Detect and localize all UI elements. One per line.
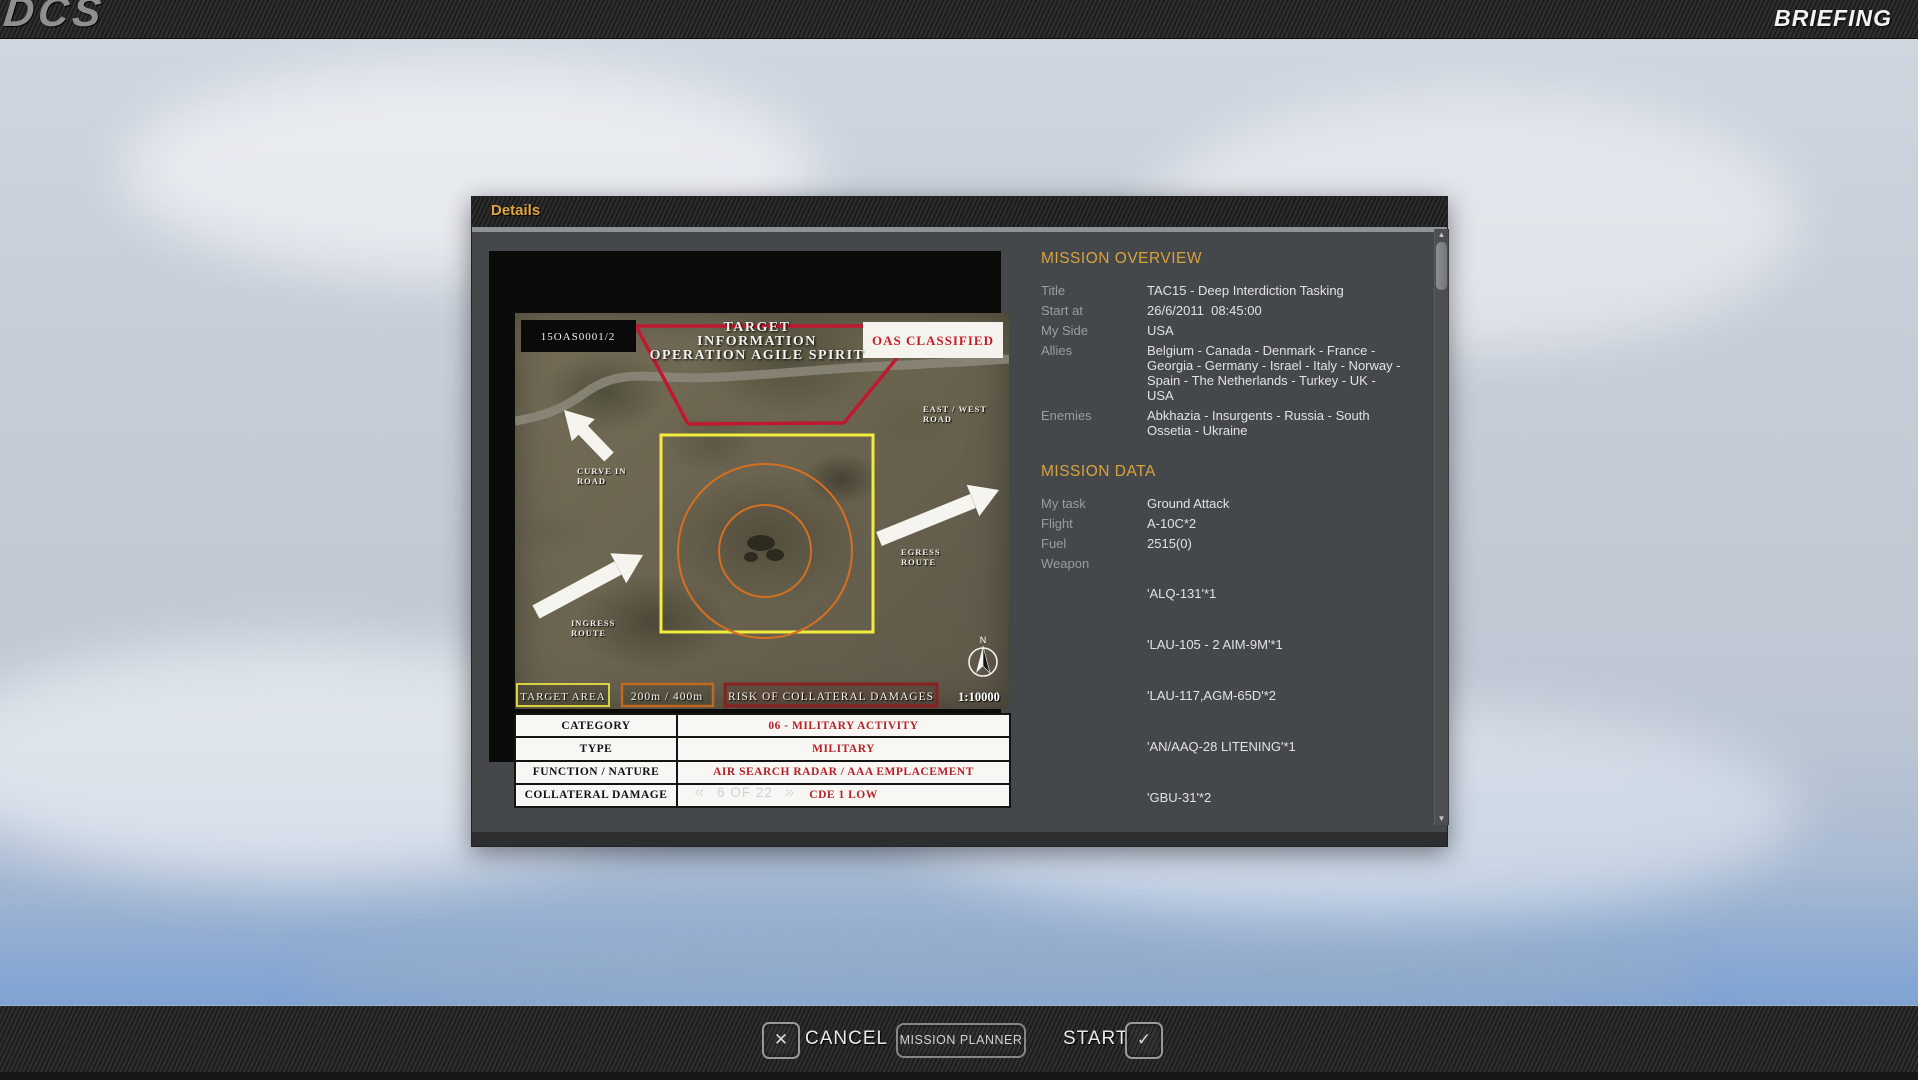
range-ring-200m [719,505,811,597]
svg-text:ROUTE: ROUTE [901,557,936,567]
scrollbar-thumb[interactable] [1436,242,1447,290]
data-row-fuel: Fuel 2515(0) [1041,536,1435,551]
svg-text:ROAD: ROAD [923,414,952,424]
satellite-photo: 15OAS0001/2 OAS CLASSIFIED TARGET INFORM… [515,313,1009,709]
pager-prev-button[interactable]: « [695,782,705,802]
screen-bottom-edge [0,1072,1918,1080]
overview-row-allies: Allies Belgium - Canada - Denmark - Fran… [1041,343,1435,403]
bottom-bar: ✕ CANCEL MISSION PLANNER START ✓ [0,1005,1918,1073]
dialog-scrollbar[interactable]: ▲ ▼ [1434,229,1449,825]
data-row-weapon: Weapon 'ALQ-131'*1 'LAU-105 - 2 AIM-9M'*… [1041,556,1435,839]
egress-route-label: EGRESS [901,547,941,557]
close-icon: ✕ [774,1030,788,1049]
dialog-bottom-strip [472,832,1447,846]
photo-id-stamp: 15OAS0001/2 [541,331,616,343]
map-scale-label: 1:10000 [958,690,1000,704]
legend-risk-label: RISK OF COLLATERAL DAMAGES [728,691,934,703]
screen-title: BRIEFING [1774,5,1892,32]
legend-target-area-label: TARGET AREA [520,691,605,703]
dialog-title-bar: Details [472,197,1447,227]
pager-label: 6 OF 22 [717,785,773,800]
scroll-up-icon[interactable]: ▲ [1435,229,1448,241]
cancel-label[interactable]: CANCEL [805,1028,888,1050]
briefing-screen: DCS BRIEFING Details [0,0,1918,1080]
image-pager: « 6 OF 22 » [489,782,1001,802]
svg-text:OPERATION AGILE SPIRIT: OPERATION AGILE SPIRIT [650,348,865,363]
data-row-flight: Flight A-10C*2 [1041,516,1435,531]
overview-row-my-side: My Side USA [1041,323,1435,338]
dialog-separator [472,227,1447,232]
dialog-title: Details [491,202,540,219]
svg-text:INFORMATION: INFORMATION [697,334,817,349]
data-row-my-task: My task Ground Attack [1041,496,1435,511]
svg-text:ROUTE: ROUTE [571,628,606,638]
top-bar: DCS BRIEFING [0,0,1918,39]
mission-planner-button[interactable]: MISSION PLANNER [896,1023,1026,1058]
target-cluster [744,535,784,562]
ingress-arrow [536,553,643,612]
checkmark-icon: ✓ [1137,1030,1151,1049]
curve-in-road-label: CURVE IN [577,466,627,476]
target-briefing-image: 15OAS0001/2 OAS CLASSIFIED TARGET INFORM… [489,251,1001,762]
weapon-item: 'LAU-117,AGM-65D'*2 [1147,688,1403,703]
overview-row-title: Title TAC15 - Deep Interdiction Tasking [1041,283,1435,298]
egress-arrow [879,485,999,539]
table-row: TYPE MILITARY [515,737,1010,760]
dcs-logo: DCS [1,0,107,36]
weapon-item: 'LAU-105 - 2 AIM-9M'*1 [1147,637,1403,652]
overview-row-start-at: Start at 26/6/2011 08:45:00 [1041,303,1435,318]
table-row: CATEGORY 06 - MILITARY ACTIVITY [515,714,1010,737]
pager-next-button[interactable]: » [785,782,795,802]
curve-in-road-arrow [564,410,609,457]
scroll-down-icon[interactable]: ▼ [1435,813,1448,825]
svg-text:ROAD: ROAD [577,476,606,486]
briefing-text-panel: MISSION OVERVIEW Title TAC15 - Deep Inte… [1041,251,1435,839]
start-label[interactable]: START [1063,1028,1129,1050]
weapon-item: 'AN/AAQ-28 LITENING'*1 [1147,739,1403,754]
map-overlay-graphics: 15OAS0001/2 OAS CLASSIFIED TARGET INFORM… [515,313,1009,711]
classification-label: OAS CLASSIFIED [872,333,994,348]
range-ring-400m [678,464,852,638]
start-button[interactable]: ✓ [1125,1022,1163,1059]
compass-north-label: N [980,635,987,645]
legend-rings-label: 200m / 400m [631,691,703,703]
section-header-mission-data: MISSION DATA [1041,464,1435,480]
east-west-road-label: EAST / WEST [923,404,987,414]
details-dialog: Details [471,196,1448,847]
ingress-route-label: INGRESS [571,618,615,628]
compass-rose: N [969,635,997,676]
weapon-item: 'GBU-31'*2 [1147,790,1403,805]
table-row: FUNCTION / NATURE AIR SEARCH RADAR / AAA… [515,761,1010,784]
svg-text:TARGET: TARGET [723,320,790,335]
weapon-item: 'ALQ-131'*1 [1147,586,1403,601]
section-header-mission-overview: MISSION OVERVIEW [1041,251,1435,267]
overview-row-enemies: Enemies Abkhazia - Insurgents - Russia -… [1041,408,1435,438]
cancel-button[interactable]: ✕ [762,1022,800,1059]
